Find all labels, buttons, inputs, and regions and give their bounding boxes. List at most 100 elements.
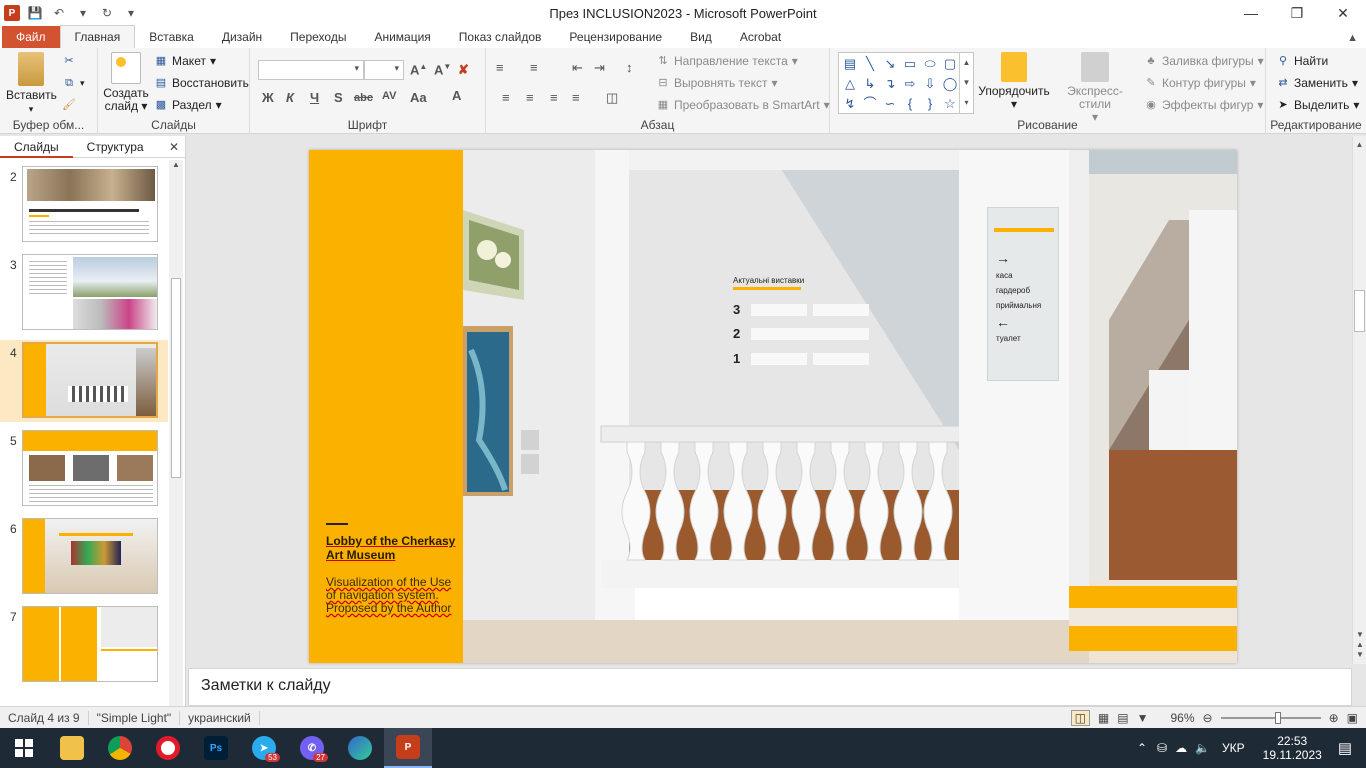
- star-shape-icon[interactable]: ☆: [941, 95, 959, 113]
- scroll-down-icon[interactable]: ▼ ▲ ▼: [1353, 630, 1366, 660]
- chrome-icon[interactable]: [96, 728, 144, 768]
- undo-icon[interactable]: ↶: [50, 4, 68, 22]
- format-painter-icon[interactable]: 🖌: [62, 98, 76, 112]
- increase-indent-icon[interactable]: ⇥: [594, 60, 605, 76]
- scroll-up-icon[interactable]: ▲: [1353, 140, 1366, 149]
- minimize-button[interactable]: —: [1228, 0, 1274, 26]
- layout-button[interactable]: ▦ Макет ▾: [154, 54, 216, 68]
- textbox-shape-icon[interactable]: ▤: [841, 55, 859, 73]
- cut-icon[interactable]: ✂: [62, 54, 76, 68]
- close-pane-icon[interactable]: ✕: [169, 140, 179, 154]
- slideshow-icon[interactable]: ▼: [1137, 711, 1149, 725]
- columns-icon[interactable]: ◫: [606, 90, 618, 106]
- ribbon-help-icon[interactable]: ▲: [1347, 32, 1358, 44]
- reading-view-icon[interactable]: ▤: [1117, 711, 1128, 725]
- tab-design[interactable]: Дизайн: [208, 26, 276, 48]
- triangle-shape-icon[interactable]: △: [841, 75, 859, 93]
- section-button[interactable]: ▩ Раздел ▾: [154, 98, 222, 112]
- powerpoint-taskbar-icon[interactable]: P: [384, 728, 432, 768]
- align-text-button[interactable]: ⊟ Выровнять текст ▾: [656, 76, 777, 90]
- clear-formatting-icon[interactable]: ✘: [458, 62, 469, 78]
- language-tray[interactable]: УКР: [1222, 741, 1245, 755]
- slide-sorter-icon[interactable]: ▦: [1098, 711, 1109, 725]
- change-case-icon[interactable]: Aa: [410, 90, 427, 105]
- tab-view[interactable]: Вид: [676, 26, 726, 48]
- viber-icon[interactable]: ✆ 27: [288, 728, 336, 768]
- windows-start-icon[interactable]: [0, 728, 48, 768]
- tray-chevron-icon[interactable]: ⌃: [1137, 741, 1147, 755]
- tab-home[interactable]: Главная: [59, 25, 136, 48]
- clock[interactable]: 22:53 19.11.2023: [1263, 734, 1322, 762]
- close-button[interactable]: ✕: [1320, 0, 1366, 26]
- quick-styles-button[interactable]: Экспресс-стили ▾: [1052, 52, 1138, 124]
- slide-4[interactable]: Актуальні виставки 3 2 1 → каса гардероб…: [309, 150, 1237, 663]
- right-brace-shape-icon[interactable]: }: [921, 95, 939, 113]
- slide-thumbnail-3[interactable]: 3: [0, 252, 168, 334]
- tab-slideshow[interactable]: Показ слайдов: [445, 26, 556, 48]
- slide-scrollbar[interactable]: ▲ ▼ ▲ ▼: [1352, 136, 1366, 664]
- bullets-icon[interactable]: ≡: [496, 60, 504, 75]
- decrease-indent-icon[interactable]: ⇤: [572, 60, 583, 76]
- fit-to-window-icon[interactable]: ▣: [1347, 711, 1358, 725]
- thumbnails-scroll-thumb[interactable]: [171, 278, 181, 478]
- zoom-in-icon[interactable]: ⊕: [1329, 711, 1339, 725]
- left-brace-shape-icon[interactable]: {: [901, 95, 919, 113]
- shape-fill-button[interactable]: ♣ Заливка фигуры ▾: [1144, 54, 1263, 68]
- slide-scroll-thumb[interactable]: [1354, 290, 1365, 332]
- shape-outline-button[interactable]: ✎ Контур фигуры ▾: [1144, 76, 1256, 90]
- numbering-icon[interactable]: ≡: [530, 60, 538, 75]
- shape-effects-button[interactable]: ◉ Эффекты фигур ▾: [1144, 98, 1263, 112]
- tab-animations[interactable]: Анимация: [360, 26, 444, 48]
- tab-review[interactable]: Рецензирование: [555, 26, 676, 48]
- font-size-select[interactable]: ▾: [364, 60, 404, 80]
- shapes-gallery[interactable]: ▤ ╲ ↘ ▭ ⬭ ▢ △ ↳ ↴ ⇨ ⇩ ◯ ↯ ⌒ ∽ { } ☆ ▲ ▼ ▾: [838, 52, 974, 114]
- tab-acrobat[interactable]: Acrobat: [726, 26, 795, 48]
- callout-shape-icon[interactable]: ◯: [941, 75, 959, 93]
- slide-thumbnail-7[interactable]: 7: [0, 604, 168, 686]
- notes-pane[interactable]: Заметки к слайду: [188, 668, 1352, 706]
- char-spacing-icon[interactable]: AV: [382, 90, 396, 102]
- replace-button[interactable]: ⇄ Заменить ▾: [1276, 76, 1358, 90]
- italic-icon[interactable]: К: [286, 90, 294, 105]
- language-indicator[interactable]: украинский: [180, 710, 260, 725]
- align-left-icon[interactable]: ≡: [502, 90, 510, 105]
- shrink-font-icon[interactable]: A▼: [434, 62, 451, 77]
- tab-transitions[interactable]: Переходы: [276, 26, 360, 48]
- slide-thumbnail-4[interactable]: 4: [0, 340, 168, 422]
- photoshop-icon[interactable]: Ps: [192, 728, 240, 768]
- powerpoint-logo-icon[interactable]: P: [4, 5, 20, 21]
- justify-icon[interactable]: ≡: [572, 90, 580, 105]
- shapes-more-icon[interactable]: ▲ ▼ ▾: [959, 53, 973, 113]
- paste-button[interactable]: Вставить ▾: [6, 52, 57, 116]
- zoom-out-icon[interactable]: ⊖: [1203, 711, 1213, 725]
- normal-view-icon[interactable]: ◫: [1070, 709, 1090, 726]
- font-family-select[interactable]: ▾: [258, 60, 364, 80]
- line-spacing-icon[interactable]: ↕: [626, 60, 633, 75]
- strikethrough-icon[interactable]: abc: [354, 92, 373, 104]
- restore-button[interactable]: ❐: [1274, 0, 1320, 26]
- slide-title[interactable]: Lobby of the Cherkasy Art Museum: [326, 534, 458, 562]
- file-explorer-icon[interactable]: [48, 728, 96, 768]
- shadow-icon[interactable]: S: [334, 90, 343, 105]
- freeform-shape-icon[interactable]: ↯: [841, 95, 859, 113]
- save-icon[interactable]: 💾: [26, 4, 44, 22]
- line-shape-icon[interactable]: ╲: [861, 55, 879, 73]
- undo-dropdown-icon[interactable]: ▾: [74, 4, 92, 22]
- rounded-rect-shape-icon[interactable]: ▢: [941, 55, 959, 73]
- text-direction-button[interactable]: ⇅ Направление текста ▾: [656, 54, 797, 68]
- tab-slides[interactable]: Слайды: [0, 136, 73, 158]
- tab-file[interactable]: Файл: [2, 26, 60, 48]
- elbow-connector-icon[interactable]: ↳: [861, 75, 879, 93]
- underline-icon[interactable]: Ч: [310, 90, 319, 105]
- arrange-button[interactable]: Упорядочить ▾: [976, 52, 1052, 111]
- select-button[interactable]: ➤ Выделить ▾: [1276, 98, 1359, 112]
- align-right-icon[interactable]: ≡: [550, 90, 558, 105]
- onedrive-icon[interactable]: ☁: [1175, 741, 1187, 755]
- telegram-icon[interactable]: ➤ 53: [240, 728, 288, 768]
- theme-name[interactable]: "Simple Light": [89, 710, 181, 725]
- curve-shape-icon[interactable]: ∽: [881, 95, 899, 113]
- copy-icon[interactable]: ⧉ ▾: [62, 76, 84, 90]
- find-button[interactable]: ⚲ Найти: [1276, 54, 1328, 68]
- tab-insert[interactable]: Вставка: [135, 26, 208, 48]
- redo-icon[interactable]: ↻: [98, 4, 116, 22]
